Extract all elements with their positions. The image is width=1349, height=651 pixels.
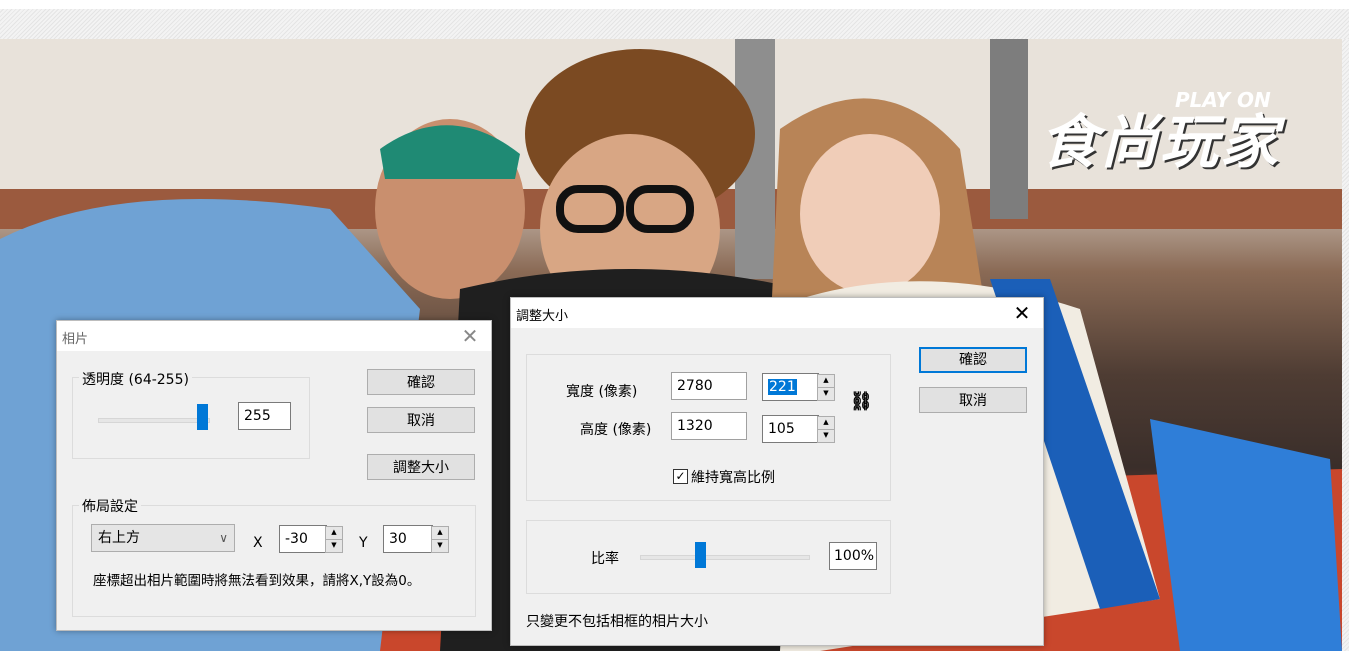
ok-button[interactable]: 確認	[919, 347, 1027, 373]
photo-dialog: 相片 ✕ 透明度 (64-255) 255 確認 取消 調整大小 佈局設定 右上…	[56, 320, 492, 631]
hatch-border-right	[1342, 39, 1349, 651]
spin-up-icon[interactable]: ▲	[817, 374, 835, 388]
cancel-button[interactable]: 取消	[367, 407, 475, 433]
coordinate-hint: 座標超出相片範圍時將無法看到效果，請將X,Y設為0。	[93, 573, 421, 589]
spin-down-icon[interactable]: ▼	[325, 540, 343, 553]
x-value-field[interactable]: -30	[279, 525, 327, 553]
height-value-field[interactable]: 105	[762, 415, 819, 443]
close-icon[interactable]: ✕	[1007, 300, 1037, 326]
resize-dialog: 調整大小 ✕ 寬度 (像素) 2780 221 ▲ ▼ 高度 (像素) 1320 …	[510, 297, 1044, 646]
opacity-value-field[interactable]: 255	[238, 402, 291, 430]
y-value-field[interactable]: 30	[383, 525, 433, 553]
spin-up-icon[interactable]: ▲	[817, 416, 835, 430]
height-spinner[interactable]: ▲ ▼	[817, 416, 835, 443]
position-select[interactable]: 右上方 ∨	[91, 524, 235, 552]
resize-button[interactable]: 調整大小	[367, 454, 475, 480]
opacity-slider-thumb[interactable]	[197, 404, 208, 430]
cancel-button[interactable]: 取消	[919, 387, 1027, 413]
close-icon[interactable]: ✕	[455, 323, 485, 349]
resize-dialog-title: 調整大小	[516, 309, 569, 324]
position-select-value: 右上方	[98, 530, 140, 546]
x-spinner[interactable]: ▲ ▼	[325, 526, 343, 553]
resize-dialog-titlebar: 調整大小 ✕	[511, 298, 1043, 328]
hatch-border-top	[0, 9, 1349, 39]
height-original-field: 1320	[671, 412, 747, 440]
ratio-slider-thumb[interactable]	[695, 542, 707, 568]
chevron-down-icon: ∨	[219, 531, 228, 545]
spin-up-icon[interactable]: ▲	[325, 526, 343, 540]
photo-dialog-titlebar: 相片 ✕	[57, 321, 491, 351]
keep-ratio-checkbox[interactable]: ✓	[673, 469, 688, 484]
link-chain-icon[interactable]: ⛓	[850, 391, 873, 412]
footer-note: 只變更不包括相框的相片大小	[526, 614, 708, 630]
show-logo-subtitle: PLAY ON	[1175, 88, 1271, 112]
photo-dialog-title: 相片	[62, 332, 89, 347]
y-label: Y	[359, 535, 368, 551]
spin-down-icon[interactable]: ▼	[817, 430, 835, 443]
width-value-field[interactable]: 221	[762, 373, 819, 401]
y-spinner[interactable]: ▲ ▼	[431, 526, 449, 553]
ratio-label: 比率	[591, 551, 619, 567]
opacity-group-label: 透明度 (64-255)	[79, 369, 192, 389]
width-original-field: 2780	[671, 372, 747, 400]
width-value-text: 221	[768, 379, 797, 395]
height-label: 高度 (像素)	[580, 422, 652, 438]
keep-ratio-label[interactable]: 維持寬高比例	[691, 467, 775, 487]
layout-group	[72, 505, 476, 617]
ratio-value-field[interactable]: 100%	[829, 542, 877, 570]
spin-up-icon[interactable]: ▲	[431, 526, 449, 540]
x-label: X	[253, 535, 263, 551]
spin-down-icon[interactable]: ▼	[431, 540, 449, 553]
width-label: 寬度 (像素)	[566, 384, 638, 400]
spin-down-icon[interactable]: ▼	[817, 388, 835, 401]
ratio-slider-track[interactable]	[640, 555, 810, 560]
top-strip	[0, 0, 1349, 9]
ok-button[interactable]: 確認	[367, 369, 475, 395]
layout-group-label: 佈局設定	[79, 496, 141, 516]
opacity-slider-track[interactable]	[98, 418, 210, 423]
width-spinner[interactable]: ▲ ▼	[817, 374, 835, 401]
